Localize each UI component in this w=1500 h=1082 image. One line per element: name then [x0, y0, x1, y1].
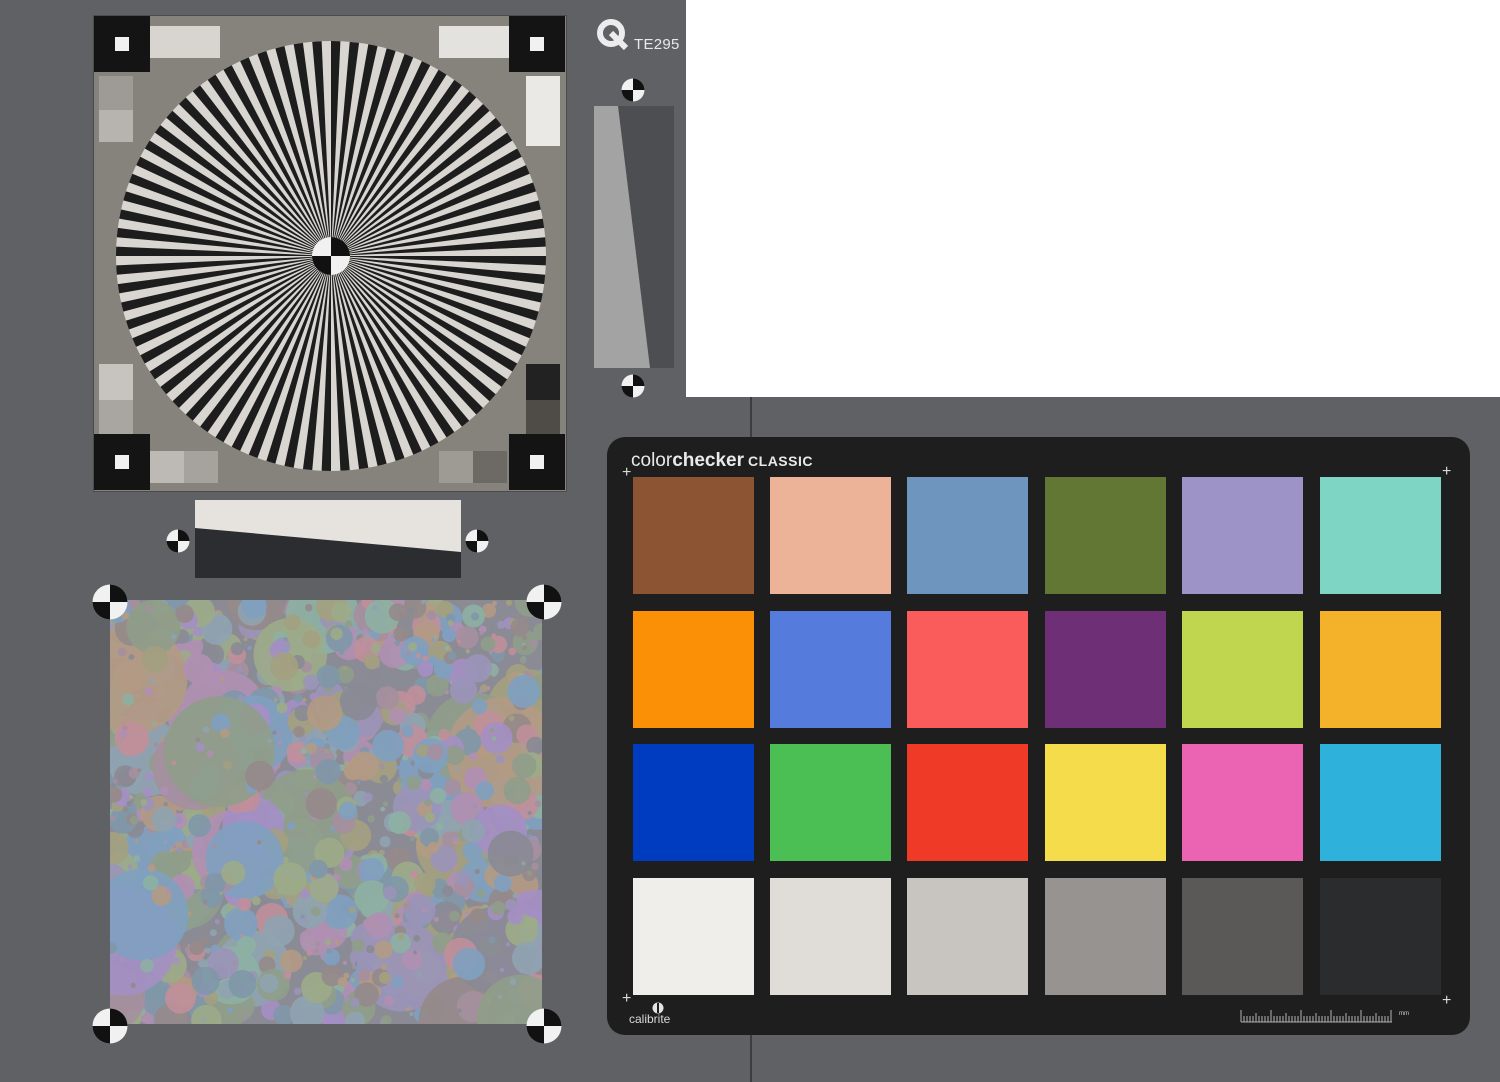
siemens-star-card [93, 15, 567, 492]
color-patch [907, 878, 1028, 995]
color-patch [770, 611, 891, 728]
color-patch [1182, 477, 1303, 594]
color-patch [1045, 477, 1166, 594]
vertical-contrast-wedge [594, 106, 674, 368]
color-patch [1320, 611, 1441, 728]
ruler-unit: mm [1399, 1011, 1409, 1017]
color-patch [633, 878, 754, 995]
color-patch [770, 744, 891, 861]
colorchecker-card: colorchecker CLASSIC + + + + calibrite mm [607, 437, 1470, 1035]
registration-target-icon [621, 374, 645, 398]
registration-target-icon [166, 529, 190, 553]
title-classic-word: CLASSIC [748, 453, 813, 469]
title-checker-word: checker [672, 450, 745, 471]
color-patch [1182, 878, 1303, 995]
siemens-star [116, 41, 546, 471]
color-patch [770, 477, 891, 594]
dead-leaves-texture [110, 600, 542, 1024]
brand-name: calibrite [629, 1012, 671, 1026]
color-patch [1320, 477, 1441, 594]
registration-target-icon [92, 1008, 128, 1044]
color-patch [633, 611, 754, 728]
color-patch [770, 878, 891, 995]
colorchecker-title: colorchecker CLASSIC [631, 450, 813, 472]
registration-target-icon [465, 529, 489, 553]
color-patch [1320, 744, 1441, 861]
registration-target-icon [92, 584, 128, 620]
registration-target-icon [526, 1008, 562, 1044]
color-patch [907, 477, 1028, 594]
color-patch [633, 477, 754, 594]
mm-ruler [1240, 1010, 1392, 1023]
crosshair-icon: + [1442, 992, 1452, 1009]
registration-target-icon [621, 78, 645, 102]
color-patch [907, 611, 1028, 728]
crosshair-icon: + [1442, 463, 1452, 480]
title-color-word: color [631, 450, 673, 471]
color-patch [1182, 611, 1303, 728]
color-patch [1045, 744, 1166, 861]
crosshair-icon: + [622, 990, 632, 1007]
horizontal-contrast-wedge [195, 500, 461, 578]
color-patch [1182, 744, 1303, 861]
registration-target-icon [526, 584, 562, 620]
color-patch [907, 744, 1028, 861]
color-patch [1045, 611, 1166, 728]
te-logo-icon [597, 19, 629, 51]
crosshair-icon: + [622, 464, 632, 481]
color-patch [633, 744, 754, 861]
color-patch [1045, 878, 1166, 995]
chart-model-label: TE295 [634, 36, 680, 53]
color-patch [1320, 878, 1441, 995]
